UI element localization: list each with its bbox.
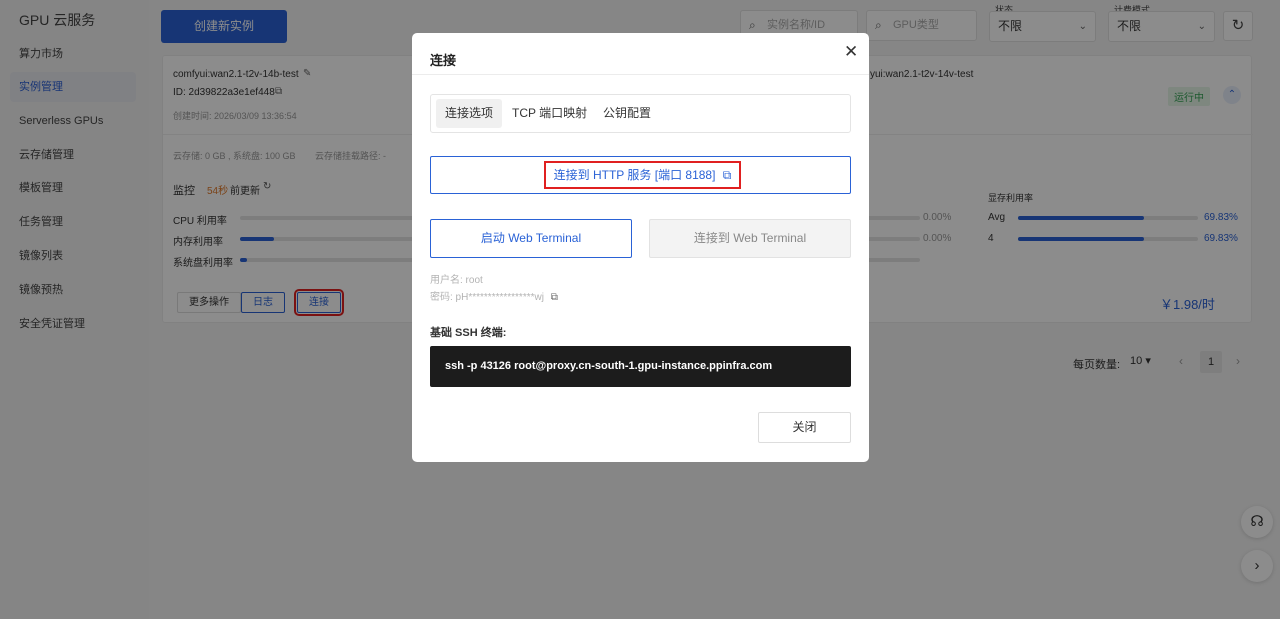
dialog-title: 连接 xyxy=(430,53,457,68)
start-web-terminal-button[interactable]: 启动 Web Terminal xyxy=(430,219,632,258)
http-service-button[interactable]: 连接到 HTTP 服务 [端口 8188] ⧉ xyxy=(430,156,851,194)
connect-web-terminal-button[interactable]: 连接到 Web Terminal xyxy=(649,219,851,258)
tab-public-key[interactable]: 公钥配置 xyxy=(594,99,660,128)
copy-icon[interactable]: ⧉ xyxy=(551,292,558,303)
divider xyxy=(412,74,869,75)
ssh-command[interactable]: ssh -p 43126 root@proxy.cn-south-1.gpu-i… xyxy=(430,346,851,387)
password-text: 密码: pH*****************wj xyxy=(430,292,544,303)
password-row: 密码: pH*****************wj ⧉ xyxy=(430,288,558,303)
tab-connect-options[interactable]: 连接选项 xyxy=(436,99,503,128)
copy-icon[interactable]: ⧉ xyxy=(723,168,732,182)
username-text: 用户名: root xyxy=(430,275,483,286)
tab-tcp-port-mapping[interactable]: TCP 端口映射 xyxy=(503,99,596,128)
ssh-label: 基础 SSH 终端: xyxy=(430,327,507,339)
http-service-label: 连接到 HTTP 服务 [端口 8188] xyxy=(553,168,716,182)
connect-tabs: 连接选项 TCP 端口映射 公钥配置 xyxy=(430,94,851,133)
connect-dialog: 连接 ✕ 连接选项 TCP 端口映射 公钥配置 连接到 HTTP 服务 [端口 … xyxy=(412,33,869,462)
close-button[interactable]: 关闭 xyxy=(758,412,851,443)
close-icon[interactable]: ✕ xyxy=(844,42,858,62)
http-service-highlight[interactable]: 连接到 HTTP 服务 [端口 8188] ⧉ xyxy=(544,161,741,189)
